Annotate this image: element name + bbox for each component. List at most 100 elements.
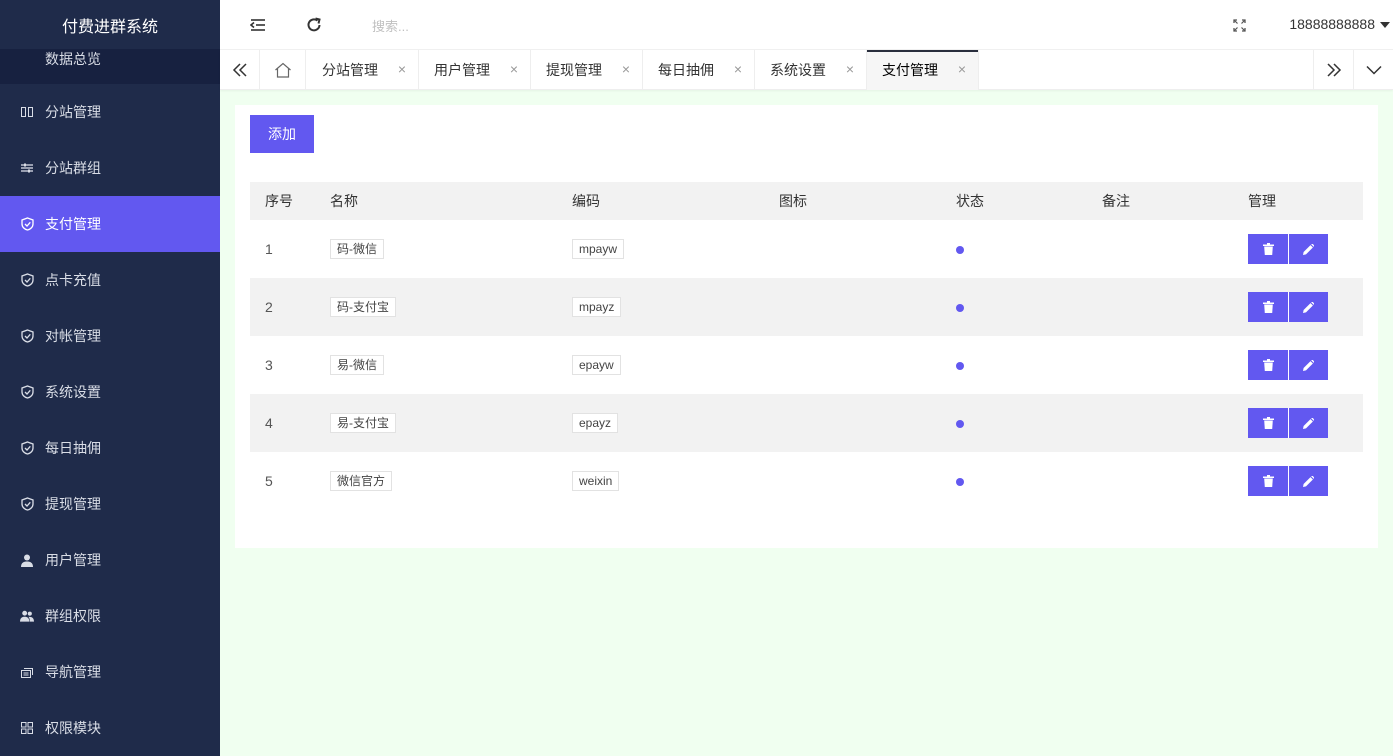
sidebar-item-label: 权限模块 bbox=[45, 720, 101, 736]
delete-button[interactable] bbox=[1248, 466, 1288, 496]
sidebar-item-label: 导航管理 bbox=[45, 664, 101, 680]
sidebar-item-system-settings[interactable]: 系统设置 bbox=[0, 364, 220, 420]
tab-close-icon[interactable]: × bbox=[732, 62, 744, 76]
trash-icon bbox=[1262, 417, 1274, 429]
tab-label: 系统设置 bbox=[770, 62, 826, 78]
tab-close-icon[interactable]: × bbox=[844, 62, 856, 76]
grid-icon bbox=[20, 721, 34, 735]
row-actions bbox=[1248, 234, 1363, 264]
sidebar-item-label: 提现管理 bbox=[45, 496, 101, 512]
tab-system-settings[interactable]: 系统设置 × bbox=[755, 50, 867, 90]
delete-button[interactable] bbox=[1248, 408, 1288, 438]
tab-payment[interactable]: 支付管理 × bbox=[867, 50, 979, 90]
sidebar-item-users[interactable]: 用户管理 bbox=[0, 532, 220, 588]
sidebar-item-overview[interactable]: 数据总览 bbox=[0, 49, 220, 84]
col-code: 编码 bbox=[572, 193, 600, 209]
row-remark bbox=[1087, 278, 1233, 336]
col-remark: 备注 bbox=[1102, 193, 1130, 209]
tab-withdraw[interactable]: 提现管理 × bbox=[531, 50, 643, 90]
add-button[interactable]: 添加 bbox=[250, 115, 314, 153]
sidebar-item-withdraw[interactable]: 提现管理 bbox=[0, 476, 220, 532]
refresh-icon[interactable] bbox=[304, 15, 324, 35]
pencil-icon bbox=[1303, 475, 1314, 487]
shield-check-icon bbox=[20, 273, 34, 287]
tab-close-icon[interactable]: × bbox=[396, 62, 408, 76]
row-remark bbox=[1087, 336, 1233, 394]
trash-icon bbox=[1262, 475, 1274, 487]
col-no: 序号 bbox=[265, 193, 293, 209]
code-tag: mpayz bbox=[572, 297, 622, 317]
tab-close-icon[interactable]: × bbox=[956, 62, 968, 76]
tab-scroll-right-icon[interactable] bbox=[1313, 50, 1353, 90]
sidebar-item-daily-commission[interactable]: 每日抽佣 bbox=[0, 420, 220, 476]
sidebar-item-label: 分站管理 bbox=[45, 104, 101, 120]
sidebar-item-substation[interactable]: 分站管理 bbox=[0, 84, 220, 140]
sidebar-item-payment[interactable]: 支付管理 bbox=[0, 196, 220, 252]
delete-button[interactable] bbox=[1248, 234, 1288, 264]
delete-button[interactable] bbox=[1248, 292, 1288, 322]
pencil-icon bbox=[1303, 301, 1314, 313]
tab-close-icon[interactable]: × bbox=[620, 62, 632, 76]
sidebar-item-label: 点卡充值 bbox=[45, 272, 101, 288]
row-actions bbox=[1248, 466, 1363, 496]
edit-button[interactable] bbox=[1288, 408, 1328, 438]
tab-bar: 分站管理 × 用户管理 × 提现管理 × 每日抽佣 × 系统设置 × 支付管理 … bbox=[220, 50, 1393, 90]
row-remark bbox=[1087, 452, 1233, 510]
tab-substation[interactable]: 分站管理 × bbox=[307, 50, 419, 90]
username: 18888888888 bbox=[1289, 16, 1375, 32]
row-no: 3 bbox=[265, 357, 273, 373]
col-icon: 图标 bbox=[779, 193, 807, 209]
pencil-icon bbox=[1303, 417, 1314, 429]
col-manage: 管理 bbox=[1248, 193, 1276, 209]
edit-button[interactable] bbox=[1288, 292, 1328, 322]
sidebar-item-navigation[interactable]: 导航管理 bbox=[0, 644, 220, 700]
status-dot[interactable] bbox=[956, 304, 964, 312]
row-icon bbox=[764, 394, 941, 452]
menu-collapse-icon[interactable] bbox=[248, 15, 268, 35]
row-no: 5 bbox=[265, 473, 273, 489]
sidebar-item-substation-groups[interactable]: 分站群组 bbox=[0, 140, 220, 196]
row-icon bbox=[764, 336, 941, 394]
name-tag: 易-微信 bbox=[330, 355, 384, 375]
table-row: 2 码-支付宝 mpayz bbox=[250, 278, 1363, 336]
user-menu[interactable]: 18888888888 bbox=[1289, 16, 1390, 32]
edit-button[interactable] bbox=[1288, 350, 1328, 380]
pencil-icon bbox=[1303, 243, 1314, 255]
shield-check-icon bbox=[20, 385, 34, 399]
delete-button[interactable] bbox=[1248, 350, 1288, 380]
status-dot[interactable] bbox=[956, 420, 964, 428]
row-remark bbox=[1087, 220, 1233, 278]
tab-scroll-left-icon[interactable] bbox=[220, 50, 260, 90]
tab-users[interactable]: 用户管理 × bbox=[419, 50, 531, 90]
name-tag: 码-支付宝 bbox=[330, 297, 396, 317]
search-input[interactable] bbox=[372, 16, 672, 36]
trash-icon bbox=[1262, 301, 1274, 313]
sidebar-item-label: 支付管理 bbox=[45, 216, 101, 232]
status-dot[interactable] bbox=[956, 246, 964, 254]
status-dot[interactable] bbox=[956, 478, 964, 486]
tab-daily-commission[interactable]: 每日抽佣 × bbox=[643, 50, 755, 90]
sidebar-item-label: 用户管理 bbox=[45, 552, 101, 568]
row-no: 1 bbox=[265, 241, 273, 257]
row-no: 4 bbox=[265, 415, 273, 431]
table-row: 1 码-微信 mpayw bbox=[250, 220, 1363, 278]
row-actions bbox=[1248, 292, 1363, 322]
status-dot[interactable] bbox=[956, 362, 964, 370]
home-icon[interactable] bbox=[260, 50, 306, 90]
shield-check-icon bbox=[20, 217, 34, 231]
sidebar-item-reconciliation[interactable]: 对帐管理 bbox=[0, 308, 220, 364]
sidebar-item-card-recharge[interactable]: 点卡充值 bbox=[0, 252, 220, 308]
edit-button[interactable] bbox=[1288, 466, 1328, 496]
shield-check-icon bbox=[20, 441, 34, 455]
fullscreen-icon[interactable] bbox=[1229, 15, 1249, 35]
sidebar-item-group-permissions[interactable]: 群组权限 bbox=[0, 588, 220, 644]
sliders-icon bbox=[20, 161, 34, 175]
name-tag: 易-支付宝 bbox=[330, 413, 396, 433]
code-tag: epayw bbox=[572, 355, 621, 375]
edit-button[interactable] bbox=[1288, 234, 1328, 264]
columns-icon bbox=[20, 105, 34, 119]
col-status: 状态 bbox=[956, 193, 984, 209]
tab-close-icon[interactable]: × bbox=[508, 62, 520, 76]
sidebar-item-permission-modules[interactable]: 权限模块 bbox=[0, 700, 220, 756]
tab-dropdown-chevron-down-icon[interactable] bbox=[1353, 50, 1393, 90]
